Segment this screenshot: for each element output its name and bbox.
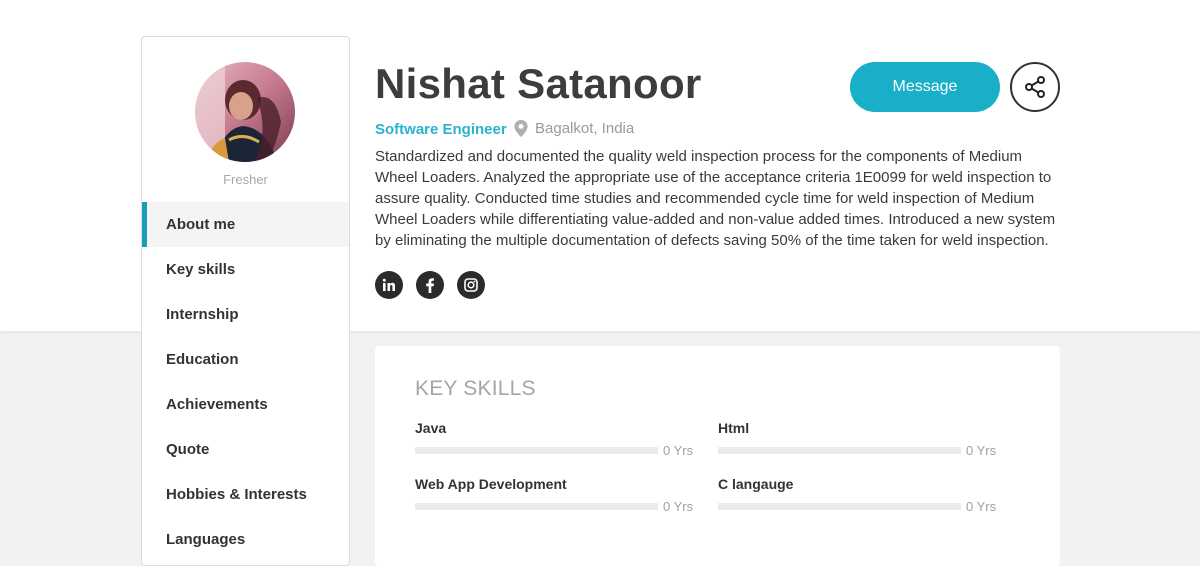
skill-name: Web App Development [415, 476, 567, 492]
sidebar-item-about-me[interactable]: About me [142, 202, 349, 247]
sidebar-item-key-skills[interactable]: Key skills [142, 247, 349, 292]
profile-location: Bagalkot, India [514, 120, 634, 137]
avatar[interactable] [195, 62, 295, 162]
skill-years: 0 Yrs [663, 499, 694, 514]
profile-sidebar-card: Fresher About me Key skills Internship Educ… [141, 36, 350, 566]
skill-item: Html 0 Yrs [718, 420, 998, 458]
skill-name: C langauge [718, 476, 794, 492]
facebook-icon [425, 277, 435, 293]
key-skills-title: KEY SKILLS [415, 377, 536, 400]
skill-progress-bar [718, 447, 961, 454]
instagram-link[interactable] [457, 271, 485, 299]
skill-progress-bar [718, 503, 961, 510]
sidebar-item-quote[interactable]: Quote [142, 427, 349, 472]
skill-name: Java [415, 420, 447, 436]
sidebar-item-hobbies-interests[interactable]: Hobbies & Interests [142, 472, 349, 517]
sidebar-item-internship[interactable]: Internship [142, 292, 349, 337]
linkedin-icon [382, 278, 396, 292]
social-links [375, 271, 498, 299]
profile-name: Nishat Satanoor [375, 60, 702, 107]
skill-years: 0 Yrs [966, 443, 997, 458]
profile-section-nav: About me Key skills Internship Education Ach… [142, 202, 349, 562]
share-button[interactable] [1010, 62, 1060, 112]
skill-years: 0 Yrs [966, 499, 997, 514]
location-label: Bagalkot, India [535, 120, 635, 137]
career-status: Fresher [223, 172, 268, 187]
share-icon [1025, 76, 1045, 98]
sidebar-item-languages[interactable]: Languages [142, 517, 349, 562]
skill-years: 0 Yrs [663, 443, 694, 458]
instagram-icon [464, 278, 478, 292]
skill-item: Java 0 Yrs [415, 420, 695, 458]
profile-role: Software Engineer [375, 121, 507, 138]
skill-name: Html [718, 420, 750, 436]
skill-item: Web App Development 0 Yrs [415, 476, 695, 514]
facebook-link[interactable] [416, 271, 444, 299]
key-skills-card: KEY SKILLS Java 0 Yrs Html 0 Yrs Web App Dev… [375, 346, 1060, 566]
skill-progress-bar [415, 447, 658, 454]
sidebar-item-education[interactable]: Education [142, 337, 349, 382]
sidebar-item-achievements[interactable]: Achievements [142, 382, 349, 427]
skill-progress-bar [415, 503, 658, 510]
message-button[interactable]: Message [850, 62, 1000, 112]
skill-item: C langauge 0 Yrs [718, 476, 998, 514]
location-pin-icon [514, 120, 528, 137]
linkedin-link[interactable] [375, 271, 403, 299]
profile-bio: Standardized and documented the quality … [375, 148, 1056, 249]
